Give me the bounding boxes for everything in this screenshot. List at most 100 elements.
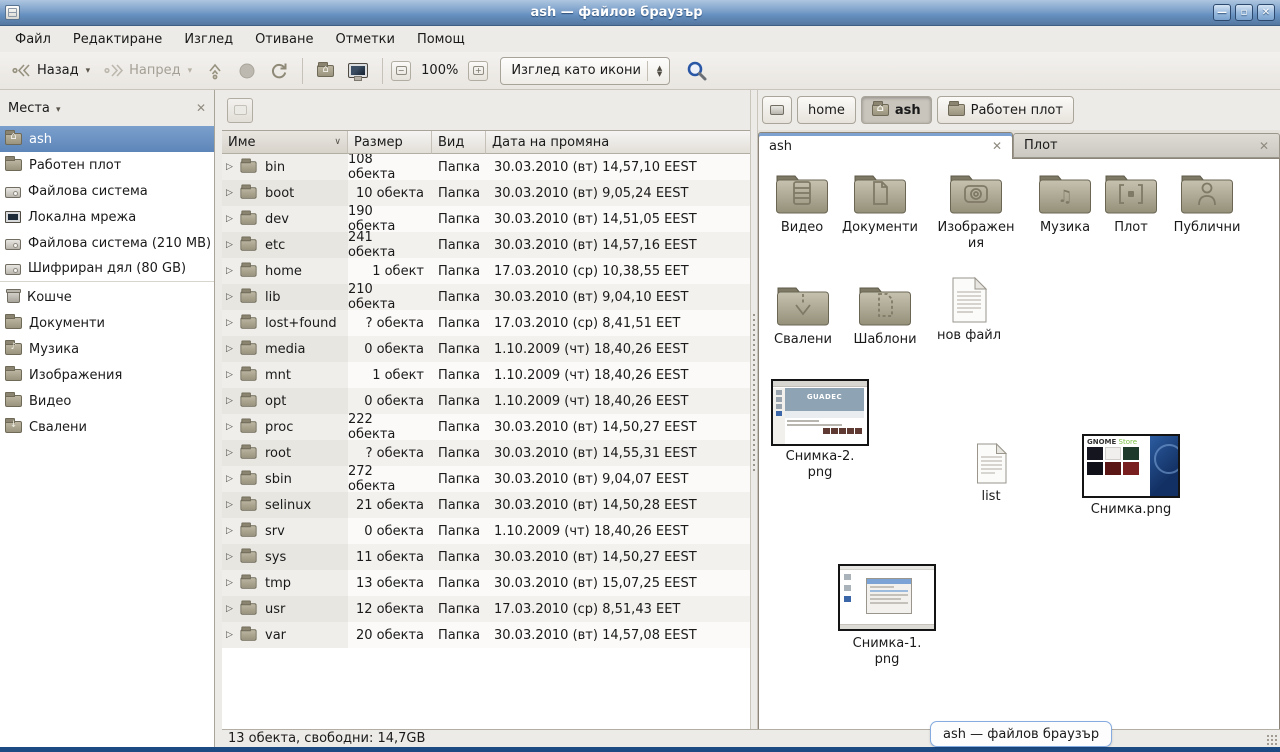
snimka-thumbnail[interactable]: GNOME Store [1082,434,1180,498]
minimize-button[interactable]: — [1213,4,1231,21]
back-button[interactable]: Назад ▾ [6,59,96,82]
tree-root-button[interactable] [227,98,253,123]
table-row[interactable]: ▷ dev 190 обекта Папка 30.03.2010 (вт) 1… [222,206,750,232]
item-label[interactable]: Снимка-1.png [850,636,924,669]
folder-item-documents[interactable]: Документи [837,169,923,236]
table-row[interactable]: ▷ usr 12 обекта Папка 17.03.2010 (ср) 8,… [222,596,750,622]
sidebar-item[interactable]: Файлова система (210 MB) [0,230,214,256]
column-header-size[interactable]: Размер [348,131,432,154]
menu-item[interactable]: Помощ [406,28,476,51]
item-label[interactable]: Снимка-2.png [783,449,857,482]
reload-button[interactable] [264,58,294,84]
tab-close-icon[interactable]: ✕ [992,139,1002,153]
folder-item-images[interactable]: Изображения [931,169,1021,253]
expander-icon[interactable]: ▷ [226,240,240,250]
sidebar-item[interactable]: Видео [0,388,214,414]
titlebar[interactable]: ash — файлов браузър — ▫ ✕ [0,0,1280,26]
expander-icon[interactable]: ▷ [226,266,240,276]
breadcrumb-root-button[interactable] [762,96,792,124]
tab-ash[interactable]: ash ✕ [758,132,1013,159]
menu-item[interactable]: Отметки [324,28,405,51]
taskbar-tooltip[interactable]: ash — файлов браузър [930,721,1112,747]
expander-icon[interactable]: ▷ [226,526,240,536]
back-dropdown-icon[interactable]: ▾ [86,66,91,76]
expander-icon[interactable]: ▷ [226,474,240,484]
snimka-2-thumbnail[interactable]: GUADEC [771,379,869,446]
resize-grip-icon[interactable] [1266,734,1278,746]
expander-icon[interactable]: ▷ [226,344,240,354]
expander-icon[interactable]: ▷ [226,630,240,640]
column-header-name[interactable]: Име∨ [222,131,348,154]
expander-icon[interactable]: ▷ [226,500,240,510]
table-row[interactable]: ▷ lost+found ? обекта Папка 17.03.2010 (… [222,310,750,336]
menu-item[interactable]: Изглед [173,28,244,51]
expander-icon[interactable]: ▷ [226,188,240,198]
column-header-date[interactable]: Дата на промяна [486,131,750,154]
view-mode-select[interactable]: Изглед като икони ▲▼ [500,57,670,85]
expander-icon[interactable]: ▷ [226,162,240,172]
snimka-1-thumbnail[interactable] [838,564,936,631]
search-button[interactable] [684,58,710,84]
folder-item-desktop[interactable]: Плот [1099,169,1163,236]
sidebar-item[interactable]: ash [0,126,214,152]
expander-icon[interactable]: ▷ [226,422,240,432]
tab-plot[interactable]: Плот ✕ [1013,133,1280,158]
sidebar-item[interactable]: Работен плот [0,152,214,178]
menu-item[interactable]: Редактиране [62,28,173,51]
menu-item[interactable]: Отиване [244,28,324,51]
table-row[interactable]: ▷ srv 0 обекта Папка 1.10.2009 (чт) 18,4… [222,518,750,544]
forward-button[interactable]: Напред ▾ [98,59,198,82]
computer-button[interactable] [342,59,374,82]
tab-close-icon[interactable]: ✕ [1259,139,1269,153]
table-row[interactable]: ▷ selinux 21 обекта Папка 30.03.2010 (вт… [222,492,750,518]
expander-icon[interactable]: ▷ [226,448,240,458]
table-row[interactable]: ▷ sys 11 обекта Папка 30.03.2010 (вт) 14… [222,544,750,570]
folder-item-downloads[interactable]: Свалени [767,281,839,348]
sidebar-item[interactable]: Кошче [0,284,214,310]
breadcrumb-home-button[interactable]: home [797,96,856,124]
sidebar-title-select[interactable]: Места ▾ [8,101,196,116]
zoom-in-button[interactable]: + [468,61,488,81]
table-row[interactable]: ▷ bin 108 обекта Папка 30.03.2010 (вт) 1… [222,154,750,180]
table-row[interactable]: ▷ proc 222 обекта Папка 30.03.2010 (вт) … [222,414,750,440]
folder-item-video[interactable]: Видео [767,169,837,236]
column-header-type[interactable]: Вид [432,131,486,154]
pane-splitter[interactable] [215,90,222,729]
expander-icon[interactable]: ▷ [226,396,240,406]
sidebar-item[interactable]: Локална мрежа [0,204,214,230]
file-item-list[interactable]: list [957,443,1025,505]
expander-icon[interactable]: ▷ [226,552,240,562]
zoom-out-button[interactable]: − [391,61,411,81]
table-row[interactable]: ▷ home 1 обект Папка 17.03.2010 (ср) 10,… [222,258,750,284]
expander-icon[interactable]: ▷ [226,578,240,588]
expander-icon[interactable]: ▷ [226,604,240,614]
table-row[interactable]: ▷ boot 10 обекта Папка 30.03.2010 (вт) 9… [222,180,750,206]
table-row[interactable]: ▷ var 20 обекта Папка 30.03.2010 (вт) 14… [222,622,750,648]
folder-item-music[interactable]: ♫ Музика [1027,169,1103,236]
item-label[interactable]: Снимка.png [1082,502,1180,518]
home-button[interactable] [311,61,340,81]
expander-icon[interactable]: ▷ [226,292,240,302]
table-row[interactable]: ▷ opt 0 обекта Папка 1.10.2009 (чт) 18,4… [222,388,750,414]
forward-dropdown-icon[interactable]: ▾ [188,66,193,76]
sidebar-item[interactable]: Свалени [0,414,214,440]
table-row[interactable]: ▷ etc 241 обекта Папка 30.03.2010 (вт) 1… [222,232,750,258]
breadcrumb-ash-button[interactable]: ash [861,96,932,124]
expander-icon[interactable]: ▷ [226,214,240,224]
table-row[interactable]: ▷ mnt 1 обект Папка 1.10.2009 (чт) 18,40… [222,362,750,388]
breadcrumb-desktop-button[interactable]: Работен плот [937,96,1074,124]
table-row[interactable]: ▷ sbin 272 обекта Папка 30.03.2010 (вт) … [222,466,750,492]
file-item-new-file[interactable]: нов файл [927,277,1011,344]
sidebar-item[interactable]: Изображения [0,362,214,388]
sidebar-item[interactable]: Шифриран дял (80 GB) [0,256,214,282]
folder-item-public[interactable]: Публични [1165,169,1249,236]
sidebar-close-icon[interactable]: ✕ [196,101,206,115]
up-button[interactable] [200,58,230,84]
sidebar-item[interactable]: Музика [0,336,214,362]
close-button[interactable]: ✕ [1257,4,1275,21]
icon-view[interactable]: Видео Документи Изображения ♫ Музика Пло… [758,158,1280,729]
table-row[interactable]: ▷ media 0 обекта Папка 1.10.2009 (чт) 18… [222,336,750,362]
sidebar-item[interactable]: Документи [0,310,214,336]
pane-splitter[interactable] [750,90,758,729]
folder-item-templates[interactable]: Шаблони [847,281,923,348]
